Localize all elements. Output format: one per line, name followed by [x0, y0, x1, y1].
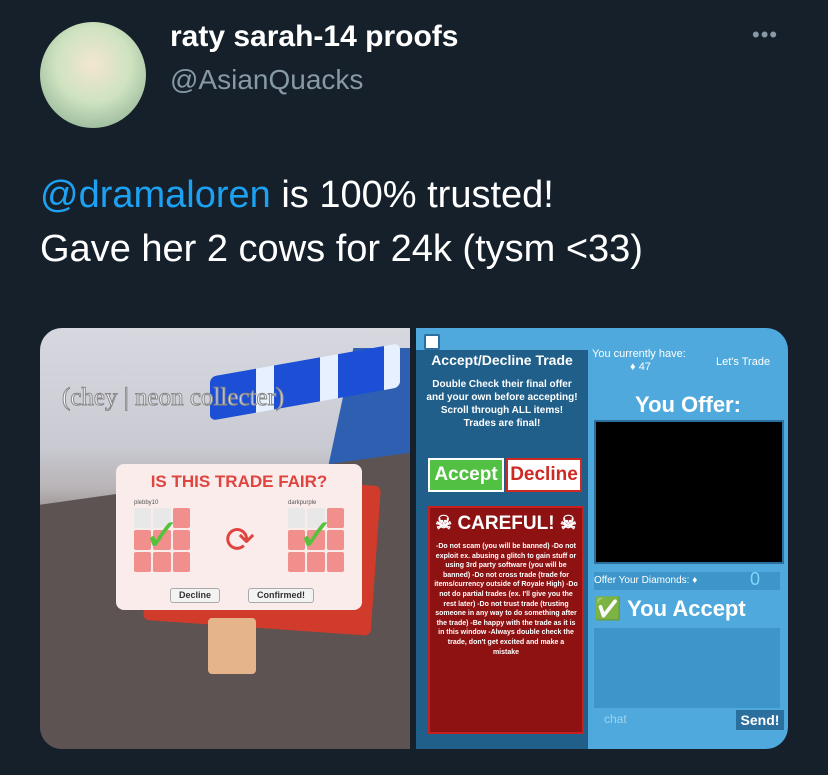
send-button[interactable]: Send!	[736, 710, 784, 730]
confirmed-button[interactable]: Confirmed!	[248, 588, 314, 603]
careful-rules: -Do not scam (you will be banned) -Do no…	[434, 543, 578, 656]
swap-icon: ⟳	[224, 519, 256, 560]
tweet-line1: is 100% trusted!	[270, 174, 554, 216]
profile-avatar[interactable]	[40, 22, 146, 128]
skull-icon: ☠	[435, 513, 453, 534]
watermark-text: (chey | neon collecter)	[62, 384, 285, 412]
tweet-media[interactable]: (chey | neon collecter) IS THIS TRADE FA…	[40, 328, 788, 749]
you-offer-heading: You Offer:	[635, 392, 741, 417]
close-icon[interactable]	[424, 334, 440, 350]
checkmark-icon: ✓	[143, 511, 181, 560]
display-name[interactable]: raty sarah-14 proofs	[170, 20, 458, 54]
offer-diamonds-label: Offer Your Diamonds:	[594, 575, 690, 586]
trade-fair-dialog: IS THIS TRADE FAIR? plebby10 darkpurple …	[116, 464, 362, 610]
mention-link[interactable]: @dramaloren	[40, 174, 271, 216]
skull-icon: ☠	[559, 513, 577, 534]
trade-user-right: darkpurple	[288, 500, 317, 506]
diamond-icon: ♦	[692, 575, 698, 586]
checkbox-checked-icon: ✅	[594, 596, 622, 621]
offer-diamonds-value[interactable]: 0	[750, 570, 760, 588]
diamond-icon: ♦	[630, 361, 636, 373]
avatar-legs	[208, 618, 256, 674]
careful-box: ☠ CAREFUL! ☠ -Do not scam (you will be b…	[428, 506, 584, 734]
lets-trade-label: Let's Trade	[716, 356, 771, 368]
tweet-line2: Gave her 2 cows for 24k (tysm <33)	[40, 228, 643, 270]
checkmark-icon: ✓	[297, 511, 335, 560]
accept-decline-heading: Accept/Decline Trade	[431, 352, 573, 368]
accept-button[interactable]: Accept	[428, 458, 504, 492]
trade-info-text: Double Check their final offer and your …	[426, 379, 578, 429]
media-image-left[interactable]: (chey | neon collecter) IS THIS TRADE FA…	[40, 328, 410, 749]
decline-button[interactable]: Decline	[170, 588, 221, 603]
chat-box	[594, 628, 780, 708]
tweet-text: @dramaloren is 100% trusted! Gave her 2 …	[40, 168, 800, 276]
media-image-right[interactable]: Accept/Decline Trade Double Check their …	[416, 328, 788, 749]
trade-dialog-title: IS THIS TRADE FAIR?	[150, 472, 328, 491]
trade-user-left: plebby10	[134, 500, 159, 506]
offer-diamonds-row[interactable]: Offer Your Diamonds: ♦ 0	[594, 570, 780, 590]
offer-items-box[interactable]	[594, 420, 784, 564]
decline-button[interactable]: Decline	[506, 458, 582, 492]
more-options-icon[interactable]: •••	[752, 22, 778, 48]
careful-title: ☠ CAREFUL! ☠	[435, 513, 577, 534]
you-accept-toggle[interactable]: ✅ You Accept	[594, 592, 780, 626]
diamond-count: ♦ 47	[630, 361, 651, 373]
chat-input[interactable]: chat	[604, 712, 627, 726]
user-handle[interactable]: @AsianQuacks	[170, 64, 363, 96]
currently-have-label: You currently have:	[592, 348, 686, 360]
